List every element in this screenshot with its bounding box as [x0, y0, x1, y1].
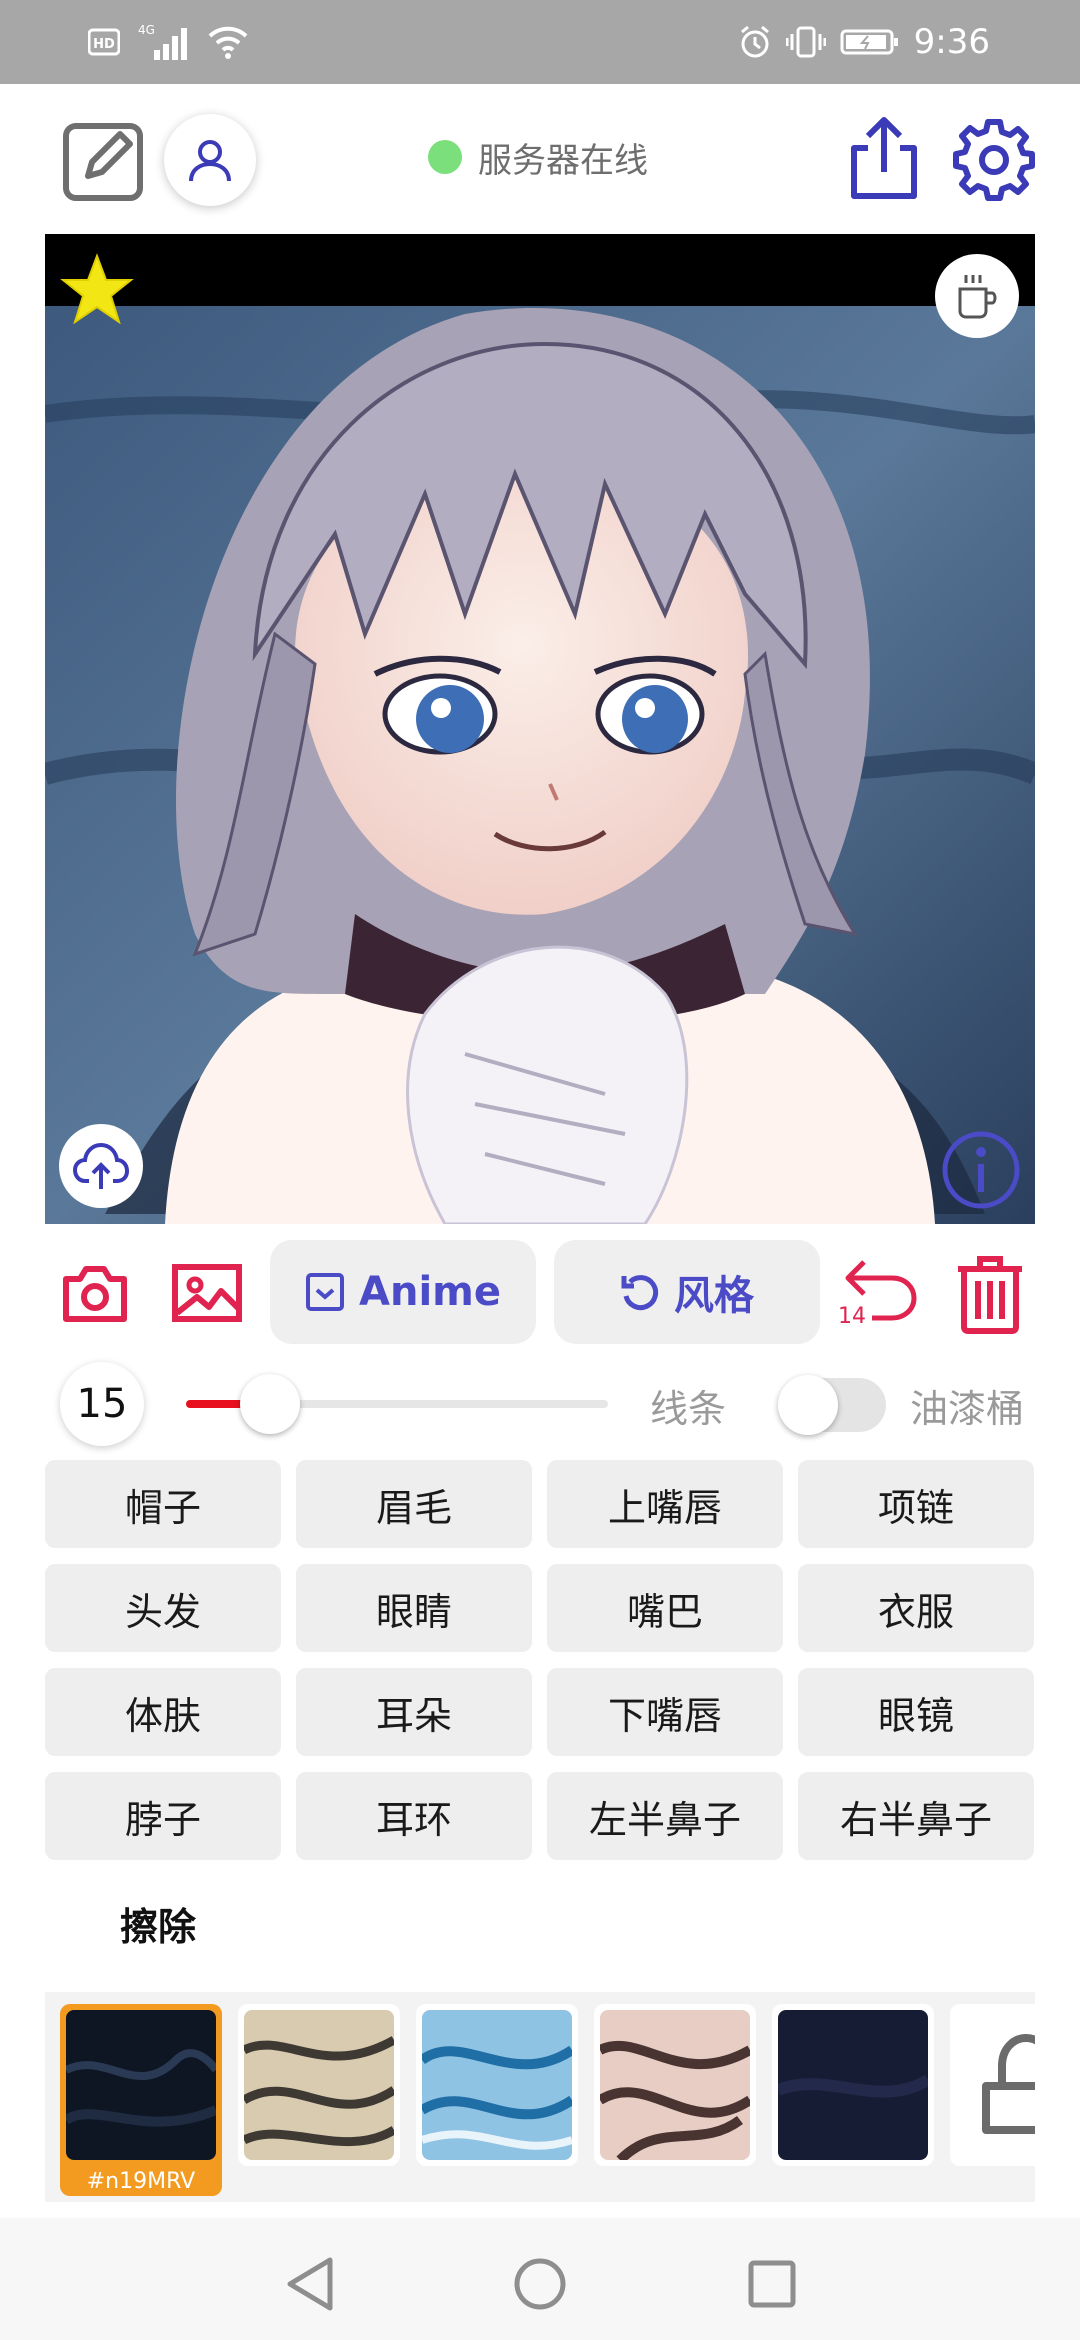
style-thumb-image: [422, 2010, 572, 2160]
part-button[interactable]: 眉毛: [296, 1460, 532, 1548]
generated-artwork: [45, 234, 1035, 1224]
part-button[interactable]: 脖子: [45, 1772, 281, 1860]
part-button[interactable]: 眼镜: [798, 1668, 1034, 1756]
back-icon: [287, 2257, 333, 2311]
style-thumb-image: [600, 2010, 750, 2160]
camera-button[interactable]: [60, 1258, 130, 1328]
refresh-icon: [621, 1275, 659, 1311]
gallery-button[interactable]: [170, 1258, 244, 1328]
vibrate-icon: [785, 26, 826, 58]
settings-icon: [953, 119, 1035, 201]
image-icon: [172, 1264, 242, 1322]
part-button[interactable]: 衣服: [798, 1564, 1034, 1652]
home-icon: [514, 2258, 566, 2310]
style-thumb[interactable]: [416, 2004, 578, 2166]
coffee-icon: [958, 275, 997, 319]
toggle-knob: [778, 1375, 838, 1435]
style-thumb-image: [956, 2010, 1035, 2160]
paint-bucket-label: 油漆桶: [910, 1387, 1025, 1431]
part-button[interactable]: 左半鼻子: [547, 1772, 783, 1860]
style-button[interactable]: 风格: [554, 1240, 820, 1344]
svg-text:4G: 4G: [138, 23, 155, 37]
part-button[interactable]: 嘴巴: [547, 1564, 783, 1652]
edit-icon: [63, 123, 143, 201]
delete-button[interactable]: [952, 1252, 1028, 1336]
status-dot: [428, 140, 462, 174]
part-button[interactable]: 头发: [45, 1564, 281, 1652]
lock-icon: [956, 2010, 1035, 2160]
style-thumb[interactable]: [594, 2004, 756, 2166]
part-grid: 帽子 眉毛 上嘴唇 项链 头发 眼睛 嘴巴 衣服 体肤 耳朵 下嘴唇 眼镜 脖子…: [45, 1460, 1035, 1860]
camera-icon: [63, 1266, 127, 1322]
style-thumb-image: [244, 2010, 394, 2160]
style-code: #n19MRV: [86, 2169, 196, 2194]
nav-back-button[interactable]: [280, 2254, 340, 2314]
recents-icon: [748, 2260, 796, 2308]
part-button[interactable]: 眼睛: [296, 1564, 532, 1652]
settings-button[interactable]: [952, 118, 1036, 202]
navigation-bar: [0, 2218, 1080, 2340]
info-icon[interactable]: [941, 1130, 1021, 1210]
part-button[interactable]: 帽子: [45, 1460, 281, 1548]
toolbar: 服务器在线: [0, 84, 1080, 236]
status-left: HD 4G: [88, 20, 250, 64]
share-icon: [851, 117, 917, 199]
action-row: Anime 风格 14: [0, 1238, 1080, 1348]
status-right: 9:36: [738, 20, 990, 64]
account-button[interactable]: [164, 114, 256, 206]
part-button[interactable]: 下嘴唇: [547, 1668, 783, 1756]
style-strip[interactable]: #n19MRV: [45, 1992, 1035, 2202]
server-status: 服务器在线: [428, 134, 648, 181]
coffee-button[interactable]: [935, 254, 1019, 338]
hd-icon: HD: [88, 28, 120, 56]
anime-label: Anime: [359, 1269, 501, 1315]
edit-button[interactable]: [62, 118, 146, 202]
paint-bucket-toggle[interactable]: [778, 1375, 886, 1435]
style-label: 风格: [674, 1273, 754, 1319]
part-button[interactable]: 右半鼻子: [798, 1772, 1034, 1860]
style-thumb-locked[interactable]: [950, 2004, 1035, 2166]
status-time: 9:36: [913, 22, 990, 62]
brush-size-slider[interactable]: [186, 1374, 608, 1434]
svg-text:HD: HD: [93, 37, 115, 52]
style-thumb-image: [66, 2010, 216, 2160]
part-button[interactable]: 耳朵: [296, 1668, 532, 1756]
battery-icon: [840, 29, 898, 55]
server-status-text: 服务器在线: [478, 140, 648, 181]
trash-icon: [958, 1256, 1022, 1334]
alarm-icon: [740, 25, 769, 58]
share-button[interactable]: [846, 114, 922, 202]
erase-button[interactable]: 擦除: [120, 1896, 196, 1951]
drawing-canvas[interactable]: [45, 234, 1035, 1224]
brush-size-badge: 15: [60, 1362, 144, 1446]
style-thumb-selected[interactable]: #n19MRV: [60, 2004, 222, 2196]
status-bar: HD 4G 9:36: [0, 0, 1080, 84]
undo-count: 14: [838, 1304, 866, 1329]
line-label: 线条: [650, 1387, 727, 1431]
upload-button[interactable]: [59, 1124, 143, 1208]
signal-4g-icon: 4G: [138, 23, 187, 60]
part-button[interactable]: 体肤: [45, 1668, 281, 1756]
upload-cloud-icon: [73, 1142, 129, 1189]
slider-thumb[interactable]: [240, 1374, 301, 1434]
style-thumb[interactable]: [238, 2004, 400, 2166]
part-button[interactable]: 上嘴唇: [547, 1460, 783, 1548]
brush-row: 15 线条 油漆桶: [0, 1362, 1080, 1446]
wifi-icon: [208, 26, 248, 59]
style-thumb[interactable]: [772, 2004, 934, 2166]
star-icon[interactable]: [59, 252, 135, 328]
user-icon: [189, 140, 231, 182]
nav-home-button[interactable]: [510, 2254, 570, 2314]
anime-mode-button[interactable]: Anime: [270, 1240, 536, 1344]
style-thumb-image: [778, 2010, 928, 2160]
part-button[interactable]: 耳环: [296, 1772, 532, 1860]
checkbox-icon: [306, 1273, 345, 1311]
part-button[interactable]: 项链: [798, 1460, 1034, 1548]
nav-recents-button[interactable]: [742, 2254, 802, 2314]
